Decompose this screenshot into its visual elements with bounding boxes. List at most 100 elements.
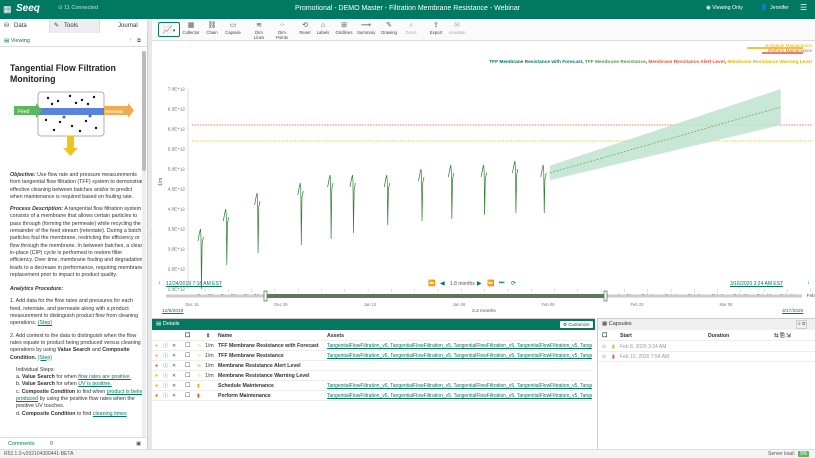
info-icon[interactable]: ⓘ [163, 352, 168, 361]
kebab-icon[interactable]: ⋮ [128, 36, 134, 47]
name-column-header[interactable]: Name [218, 332, 232, 341]
range-end[interactable]: 3/16/2020 3:24 AM EST [730, 281, 783, 287]
info-icon[interactable]: ⓘ [163, 362, 168, 371]
step-link[interactable]: UV is positive. [78, 381, 112, 387]
tab-data[interactable]: ⛁ Data [0, 19, 50, 33]
close-icon[interactable]: ✕ [172, 352, 176, 361]
view-selector-button[interactable]: 📈▾ [158, 22, 180, 37]
pin-icon[interactable]: ● [155, 382, 158, 391]
step1-link[interactable]: (Step) [38, 320, 52, 326]
step-forward-icon[interactable]: ⏩ [487, 280, 494, 287]
info-icon[interactable]: ⓘ [163, 382, 168, 391]
assets-column-header[interactable]: Assets [327, 332, 344, 341]
summary-tool[interactable]: ⟿ Summary [357, 21, 375, 35]
info-icon[interactable]: ⓘ [163, 372, 168, 381]
step-link[interactable]: flow rates are positive. [78, 374, 131, 380]
labels-tool[interactable]: ⌂ Labels [314, 21, 332, 35]
dim-points-tool[interactable]: ⁘ Dim Points [273, 21, 291, 40]
pin-icon[interactable]: ● [155, 362, 158, 371]
pin-icon[interactable]: ● [155, 392, 158, 401]
navigator-handle-right[interactable] [603, 290, 608, 302]
drawing-tool[interactable]: ✎ Drawing [380, 21, 398, 35]
gridlines-tool[interactable]: ⊞ Gridlines [335, 21, 353, 35]
capsule-info-icon[interactable]: ⊙ [602, 353, 606, 362]
series-color-icon[interactable]: ∿ [197, 362, 201, 371]
range-end-arrow-icon[interactable]: ↓ [807, 280, 810, 286]
pin-icon[interactable]: ● [155, 342, 158, 351]
table-row[interactable]: ● ⓘ ✕ ☐ ▮ Perform Maintenance TangentialFlowFi… [152, 392, 592, 401]
menu-icon[interactable]: ☰ [800, 3, 807, 12]
row-checkbox[interactable]: ☐ [185, 352, 190, 361]
collector-tool[interactable]: ▦ Collector [182, 21, 200, 35]
apps-grid-icon[interactable]: ▦ [3, 4, 12, 15]
asset-cell[interactable]: TangentialFlowFiltration_v5, TangentialF… [327, 392, 592, 401]
expand-icon[interactable]: ⧉ [137, 36, 141, 47]
dim-lines-tool[interactable]: ≋ Dim Lines [250, 21, 268, 40]
nav-end[interactable]: 3/17/2020 [782, 309, 803, 314]
pin-icon[interactable]: ● [155, 352, 158, 361]
table-row[interactable]: ● ⓘ ✕ ☐ ▮ Schedule Maintenance TangentialFlowF… [152, 382, 592, 391]
capsule-info-icon[interactable]: ⊙ [602, 343, 606, 352]
user-name[interactable]: Jennifer [770, 5, 789, 11]
navigator-selection[interactable] [266, 294, 606, 298]
close-icon[interactable]: ✕ [172, 342, 176, 351]
list-item[interactable]: ⊙ ▮ Feb 10, 2020 7:54 AM [598, 353, 815, 362]
tab-tools[interactable]: ✎ Tools [50, 19, 100, 33]
series-color-icon[interactable]: ∿ [197, 342, 201, 351]
zoom-tool[interactable]: ⌕ Zoom [402, 21, 420, 35]
table-row[interactable]: ● ⓘ ✕ ☐ ∿ 1/m Membrane Resistance Warning Leve… [152, 372, 592, 381]
duration[interactable]: 1.8 months [450, 281, 475, 287]
annotate-tool[interactable]: ✉ Annotate [448, 21, 466, 35]
table-row[interactable]: ● ⓘ ✕ ☐ ∿ 1/m Membrane Resistance Alert Level [152, 362, 592, 371]
seeq-logo[interactable]: Seeq [16, 2, 40, 16]
close-icon[interactable]: ✕ [172, 362, 176, 371]
forward-icon[interactable]: ▶ [477, 280, 482, 287]
capsule-tool[interactable]: ▭ Capsule [224, 21, 242, 35]
step-link[interactable]: cleaning times [93, 411, 127, 417]
refresh-icon[interactable]: ⟳ [511, 280, 516, 287]
pin-icon[interactable]: ● [155, 372, 158, 381]
tab-journal[interactable]: Journal [100, 19, 148, 33]
duration-column-header[interactable]: Duration [708, 332, 729, 341]
asset-cell[interactable]: TangentialFlowFiltration_v5, TangentialF… [327, 352, 592, 361]
capsules-select-all[interactable]: ☐ [602, 332, 607, 341]
asset-cell[interactable]: TangentialFlowFiltration_v5, TangentialF… [327, 382, 592, 391]
back-icon[interactable]: ◀ [440, 280, 445, 287]
journal-scrollbar[interactable] [142, 51, 146, 443]
row-checkbox[interactable]: ☐ [185, 372, 190, 381]
close-icon[interactable]: ✕ [172, 372, 176, 381]
range-start-arrow-icon[interactable]: ↓ [158, 280, 161, 286]
close-icon[interactable]: ✕ [172, 392, 176, 401]
asset-cell[interactable]: TangentialFlowFiltration_v5, TangentialF… [327, 342, 592, 351]
series-color-icon[interactable]: ▮ [197, 392, 200, 401]
customize-button[interactable]: ⚙ Customize [560, 321, 593, 328]
jump-end-icon[interactable]: ⏭ [499, 280, 504, 287]
user-icon[interactable]: 👤 [760, 4, 767, 11]
navigator-handle-left[interactable] [263, 290, 268, 302]
close-icon[interactable]: ✕ [172, 382, 176, 391]
sort-icon[interactable]: ⇕ [206, 332, 210, 341]
nav-start[interactable]: 12/6/2019 [162, 309, 183, 314]
start-column-header[interactable]: Start [620, 332, 632, 341]
series-color-icon[interactable]: ▮ [197, 382, 200, 391]
chain-tool[interactable]: ⛓ Chain [203, 21, 221, 35]
row-checkbox[interactable]: ☐ [185, 362, 190, 371]
list-item[interactable]: ⊙ ▮ Feb 8, 2020 3:24 AM [598, 343, 815, 352]
range-start[interactable]: 12/24/2019 7:18 AM EST [166, 281, 222, 287]
table-row[interactable]: ● ⓘ ✕ ☐ ∿ 1/m TFF Membrane Resistance with For… [152, 342, 592, 351]
row-checkbox[interactable]: ☐ [185, 392, 190, 401]
series-color-icon[interactable]: ∿ [197, 372, 201, 381]
step2-link[interactable]: (Step) [38, 355, 52, 361]
row-checkbox[interactable]: ☐ [185, 342, 190, 351]
reset-tool[interactable]: ⟲ Reset [296, 21, 314, 35]
capsules-search-icon[interactable]: ⌕ ⊡ [796, 320, 808, 329]
step-back-icon[interactable]: ⏪ [428, 280, 435, 287]
select-all-checkbox[interactable]: ☐ [185, 332, 190, 341]
info-icon[interactable]: ⓘ [163, 342, 168, 351]
comments-bar[interactable]: Comments 0 ▣ [0, 437, 147, 449]
info-icon[interactable]: ⓘ [163, 392, 168, 401]
capsule-toolbar-icons[interactable]: ⇆ ⎘ ⇲ [774, 332, 791, 341]
table-row[interactable]: ● ⓘ ✕ ☐ ∿ 1/m TFF Membrane Resistance Tangentia… [152, 352, 592, 361]
row-checkbox[interactable]: ☐ [185, 382, 190, 391]
export-tool[interactable]: ⇪ Export [427, 21, 445, 35]
